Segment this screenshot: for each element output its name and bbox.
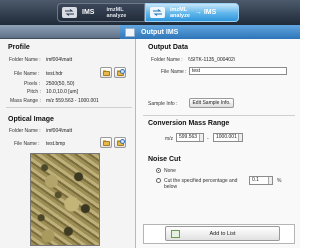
mass-to-value: 1000.001 <box>216 134 237 140</box>
pitch-label: Pitch : <box>27 89 41 95</box>
noise-percent-value: 0.1 <box>252 177 259 183</box>
profile-heading: Profile <box>8 44 30 51</box>
pitch-value: 10.0,10.0 [um] <box>46 89 78 95</box>
noise-cut-radio[interactable] <box>156 178 161 183</box>
range-separator: - <box>207 136 209 142</box>
ims-to-imzml-button[interactable]: IMS imzML analyze <box>57 3 145 22</box>
conversion-heading: Conversion Mass Range <box>148 120 230 127</box>
optical-file-label: File Name : <box>14 141 40 147</box>
pixels-label: Pixels : <box>24 81 41 87</box>
convert-arrows-icon <box>62 7 77 18</box>
optical-file-value: test.bmp <box>46 141 66 147</box>
add-to-list-button[interactable]: Add to List <box>165 226 280 241</box>
percent-unit: % <box>277 178 282 184</box>
tab-bar: Output IMS <box>0 25 300 39</box>
output-file-input[interactable]: test <box>189 67 287 75</box>
pixels-value: 2500(50, 50) <box>46 81 75 87</box>
noise-cut-label: Cut the specified percentage and below <box>164 178 238 190</box>
output-folder-label: Folder Name : <box>151 57 183 63</box>
ims-to-imzml-label-main: IMS <box>82 9 95 16</box>
tab-label: Output IMS <box>141 28 179 36</box>
optical-heading: Optical Image <box>8 116 54 123</box>
profile-folder-value: imf004\matt <box>46 57 73 63</box>
mass-from-value: 599.563 <box>179 134 198 140</box>
optical-browse-button[interactable] <box>114 137 126 148</box>
tab-output-ims[interactable]: Output IMS <box>120 25 300 39</box>
profile-file-label: File Name : <box>14 71 40 77</box>
noise-none-radio[interactable] <box>156 168 161 173</box>
divider <box>6 107 132 108</box>
mz-unit-label: m/z <box>165 136 174 142</box>
profile-browse-button[interactable] <box>114 67 126 78</box>
profile-file-value: test.hdr <box>46 71 63 77</box>
arrow-right-icon: → <box>194 9 202 16</box>
output-heading: Output Data <box>148 44 189 51</box>
mass-from-input[interactable]: 599.563 <box>176 133 204 142</box>
mode-bar: IMS imzML analyze imzML analyze → IMS <box>0 0 300 25</box>
imzml-to-ims-label-main: → IMS <box>194 9 217 16</box>
folder-icon <box>103 141 110 146</box>
add-list-icon <box>171 230 180 238</box>
mass-to-input[interactable]: 1000.001 <box>213 133 243 142</box>
noise-cut-heading: Noise Cut <box>148 156 181 163</box>
sample-info-label: Sample Info : <box>148 101 178 107</box>
divider <box>143 115 295 116</box>
add-to-list-label: Add to List <box>209 230 236 237</box>
imzml-to-ims-label-sub: imzML analyze <box>170 6 190 19</box>
mass-range-label: Mass Range : <box>10 98 41 104</box>
optical-open-button[interactable] <box>100 137 112 148</box>
folder-icon <box>103 71 110 76</box>
noise-none-label: None <box>164 168 176 174</box>
ims-to-imzml-label-sub: imzML analyze <box>106 6 127 19</box>
document-icon <box>125 27 135 37</box>
profile-folder-label: Folder Name : <box>9 57 41 63</box>
convert-arrows-icon <box>150 7 165 18</box>
noise-percent-input[interactable]: 0.1 <box>249 176 273 185</box>
optical-image-preview <box>30 153 100 246</box>
output-file-label: File Name : <box>161 69 187 75</box>
edit-sample-info-button[interactable]: Edit Sample Info. <box>189 98 234 108</box>
profile-open-button[interactable] <box>100 67 112 78</box>
optical-folder-label: Folder Name : <box>9 128 41 134</box>
mass-range-value: m/z 559.563 - 1000.001 <box>46 98 99 104</box>
output-folder-value: \\SITK-1135_000402\ <box>188 57 236 63</box>
imzml-to-ims-button[interactable]: imzML analyze → IMS <box>145 3 239 22</box>
optical-folder-value: imf004\matt <box>46 128 73 134</box>
